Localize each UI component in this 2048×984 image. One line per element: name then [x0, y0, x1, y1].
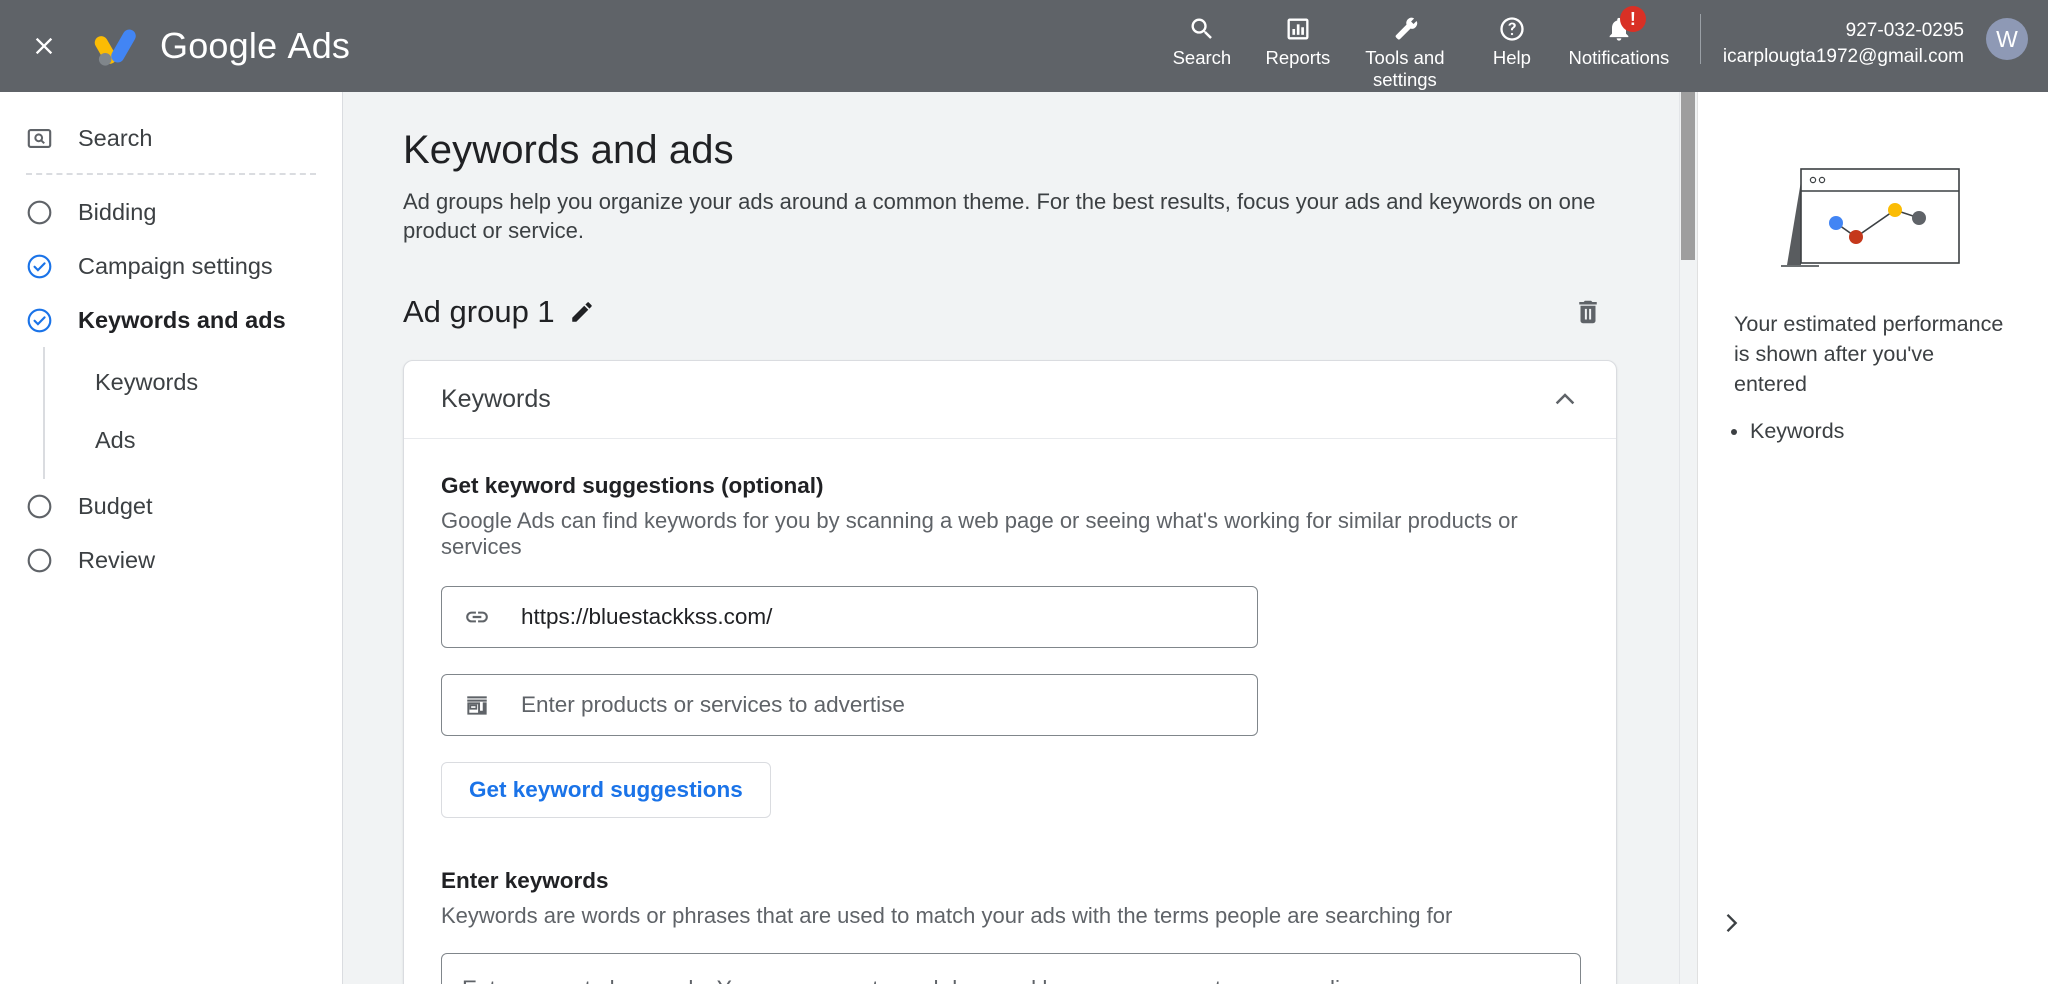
google-ads-logo-icon [93, 23, 139, 69]
enter-keywords-description: Keywords are words or phrases that are u… [441, 903, 1453, 928]
delete-ad-group-button[interactable] [1573, 297, 1603, 327]
expand-panel-button[interactable] [1710, 902, 1752, 944]
sidebar-subitem-ads[interactable]: Ads [45, 411, 342, 469]
main-scrollbar-track[interactable] [1679, 92, 1697, 984]
help-question-icon [1498, 14, 1526, 44]
brand-word-google: Google [160, 25, 278, 66]
main-content: Keywords and ads Ad groups help you orga… [343, 92, 1697, 984]
brand-text: Google Ads [160, 25, 350, 67]
sidebar-subitems: Keywords Ads [43, 347, 342, 479]
avatar-initial: W [1996, 25, 2018, 52]
sidebar-item-review[interactable]: Review [0, 533, 342, 587]
circle-empty-icon [26, 547, 60, 574]
setup-sidebar: Search Bidding Campaign settings Keyword… [0, 92, 343, 984]
sidebar-item-campaign-settings[interactable]: Campaign settings [0, 239, 342, 293]
performance-chart-illustration-icon [1779, 165, 1967, 267]
bell-icon: ! [1605, 6, 1646, 44]
keywords-card: Keywords Get keyword suggestions (option… [403, 360, 1617, 984]
enter-keywords-title: Enter keywords [441, 868, 609, 893]
keywords-card-header[interactable]: Keywords [404, 361, 1616, 439]
wrench-icon [1391, 14, 1419, 44]
page-description: Ad groups help you organize your ads aro… [403, 189, 1596, 243]
check-circle-icon [26, 253, 60, 280]
sidebar-item-search[interactable]: Search [0, 111, 342, 165]
search-box-icon [26, 125, 60, 152]
reports-bar-chart-icon [1284, 14, 1312, 44]
suggestions-section-description: Google Ads can find keywords for you by … [441, 508, 1518, 559]
sidebar-divider [26, 173, 316, 175]
performance-requirements-list: Keywords [1750, 415, 2012, 447]
ad-group-name: Ad group 1 [403, 294, 555, 329]
circle-empty-icon [26, 199, 60, 226]
topbar-notifications-label: Notifications [1568, 47, 1670, 68]
performance-estimate-message: Your estimated performance is shown afte… [1734, 312, 2004, 396]
link-chain-icon [464, 604, 494, 630]
close-icon [35, 37, 53, 55]
enter-keywords-section: Enter keywords Keywords are words or phr… [441, 868, 1581, 984]
trash-delete-icon [1579, 300, 1597, 324]
chevron-right-icon [1726, 914, 1738, 932]
collapse-keywords-card-button[interactable] [1550, 385, 1580, 415]
top-app-bar: Google Ads Search Reports Tools and sett… [0, 0, 2048, 92]
topbar-notifications-button[interactable]: ! Notifications [1560, 6, 1678, 69]
products-services-field[interactable] [441, 674, 1258, 736]
sidebar-item-campaign-settings-label: Campaign settings [78, 252, 273, 279]
page-title: Keywords and ads [403, 128, 734, 172]
topbar-divider [1699, 14, 1701, 64]
account-id: 927-032-0295 [1845, 20, 1964, 41]
keywords-card-title: Keywords [441, 385, 551, 413]
check-circle-icon [26, 307, 60, 334]
suggestions-section-title: Get keyword suggestions (optional) [441, 473, 824, 498]
avatar[interactable]: W [1986, 18, 2028, 60]
keywords-textarea[interactable] [462, 974, 1560, 984]
circle-empty-icon [26, 493, 60, 520]
topbar-tools-settings-label: Tools and settings [1365, 47, 1445, 90]
keywords-textarea-wrapper[interactable] [441, 953, 1581, 984]
topbar-search-button[interactable]: Search [1154, 8, 1250, 69]
storefront-icon [464, 692, 494, 718]
notifications-badge: ! [1619, 6, 1646, 32]
pencil-edit-icon [571, 302, 592, 322]
sidebar-subitem-keywords-label: Keywords [95, 368, 199, 395]
topbar-help-label: Help [1492, 47, 1531, 68]
search-icon [1188, 14, 1216, 44]
sidebar-item-bidding-label: Bidding [78, 198, 157, 225]
edit-ad-group-name-button[interactable] [569, 299, 595, 325]
chevron-up-icon [1555, 392, 1575, 404]
close-button[interactable] [22, 24, 66, 68]
topbar-reports-button[interactable]: Reports [1250, 8, 1346, 69]
sidebar-item-review-label: Review [78, 546, 156, 573]
sidebar-item-keywords-and-ads-label: Keywords and ads [78, 306, 286, 333]
sidebar-subitem-keywords[interactable]: Keywords [45, 353, 342, 411]
keywords-card-body: Get keyword suggestions (optional) Googl… [404, 439, 1616, 984]
website-url-field[interactable] [441, 586, 1258, 648]
get-keyword-suggestions-button[interactable]: Get keyword suggestions [441, 762, 771, 818]
performance-estimate-panel: Your estimated performance is shown afte… [1697, 92, 2048, 984]
topbar-tools-settings-button[interactable]: Tools and settings [1346, 8, 1464, 91]
sidebar-search-label: Search [78, 124, 153, 151]
list-item: Keywords [1750, 415, 2012, 447]
top-bar-actions: Search Reports Tools and settings Help !… [1154, 0, 2048, 92]
website-url-input[interactable] [521, 587, 1235, 647]
topbar-help-button[interactable]: Help [1464, 8, 1560, 69]
ad-group-header: Ad group 1 [403, 290, 1637, 334]
main-scrollbar-thumb[interactable] [1681, 92, 1695, 260]
sidebar-item-budget[interactable]: Budget [0, 479, 342, 533]
account-info[interactable]: 927-032-0295 icarplougta1972@gmail.com [1723, 8, 1964, 70]
brand-word-ads: Ads [287, 25, 351, 66]
products-services-input[interactable] [521, 675, 1235, 735]
sidebar-item-keywords-and-ads[interactable]: Keywords and ads [0, 293, 342, 347]
topbar-search-label: Search [1172, 47, 1232, 68]
account-email: icarplougta1972@gmail.com [1722, 46, 1964, 67]
topbar-reports-label: Reports [1265, 47, 1331, 68]
sidebar-item-bidding[interactable]: Bidding [0, 185, 342, 239]
sidebar-subitem-ads-label: Ads [95, 426, 136, 453]
sidebar-item-budget-label: Budget [78, 492, 153, 519]
brand-logo-area[interactable]: Google Ads [93, 23, 350, 69]
